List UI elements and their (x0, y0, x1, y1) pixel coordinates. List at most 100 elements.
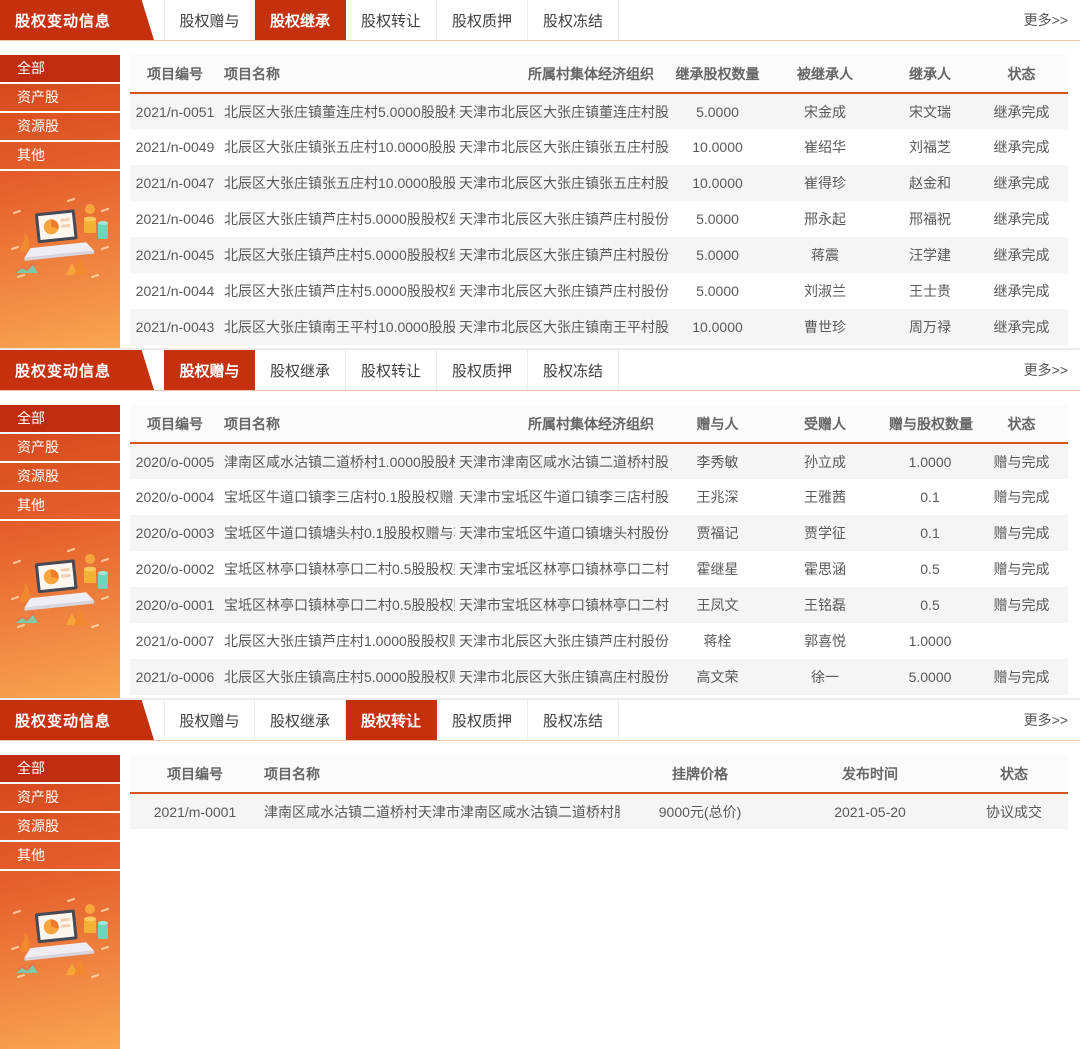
table-row[interactable]: 2021/n-0051北辰区大张庄镇董连庄村5.0000股股权继...天津市北辰… (130, 93, 1068, 129)
cell: 北辰区大张庄镇芦庄村5.0000股股权继承... (220, 273, 455, 309)
cell: 天津市北辰区大张庄镇张五庄村股... (455, 129, 670, 165)
cell: 2020/o-0005 (130, 443, 220, 479)
section-body: 全部资产股资源股其他 (0, 755, 1080, 1049)
tab-2[interactable]: 股权转让 (346, 0, 437, 40)
tab-4[interactable]: 股权冻结 (528, 0, 619, 40)
records-table: 项目编号项目名称所属村集体经济组织继承股权数量被继承人继承人状态 2021/n-… (130, 55, 1068, 345)
cell: 2021/n-0049 (130, 129, 220, 165)
cell: 赠与完成 (975, 443, 1068, 479)
cell: 0.5 (885, 551, 975, 587)
column-header-1: 项目名称 (260, 755, 620, 793)
table-row[interactable]: 2020/o-0002宝坻区林亭口镇林亭口二村0.5股股权赠与...天津市宝坻区… (130, 551, 1068, 587)
tab-active-2[interactable]: 股权转让 (346, 700, 437, 740)
cell: 贾学征 (765, 515, 885, 551)
cell: 天津市津南区咸水沽镇二道桥村股... (455, 443, 670, 479)
cell: 天津市北辰区大张庄镇芦庄村股份... (455, 201, 670, 237)
records-table-wrap: 项目编号项目名称挂牌价格发布时间状态 2021/m-0001津南区咸水沽镇二道桥… (120, 755, 1080, 1049)
column-header-4: 状态 (960, 755, 1068, 793)
table-row[interactable]: 2021/n-0044北辰区大张庄镇芦庄村5.0000股股权继承...天津市北辰… (130, 273, 1068, 309)
cell: 继承完成 (975, 273, 1068, 309)
cell: 5.0000 (670, 93, 765, 129)
tab-0[interactable]: 股权赠与 (164, 700, 255, 740)
cell: 北辰区大张庄镇张五庄村10.0000股股权继... (220, 165, 455, 201)
cell: 继承完成 (975, 237, 1068, 273)
header-body-gap (0, 41, 1080, 55)
bar-chart-icon (16, 959, 86, 975)
cell: 2021/o-0007 (130, 623, 220, 659)
column-header-4: 受赠人 (765, 405, 885, 443)
sidebar-item-0[interactable]: 全部 (0, 405, 120, 434)
equity-change-page: 股权变动信息 股权赠与股权继承股权转让股权质押股权冻结 更多>> 全部资产股资源… (0, 0, 1080, 1049)
tab-4[interactable]: 股权冻结 (528, 350, 619, 390)
cell: 赠与完成 (975, 515, 1068, 551)
sidebar-item-3[interactable]: 其他 (0, 842, 120, 871)
table-row[interactable]: 2021/o-0007北辰区大张庄镇芦庄村1.0000股股权赠与...天津市北辰… (130, 623, 1068, 659)
sidebar-item-2[interactable]: 资源股 (0, 813, 120, 842)
table-row[interactable]: 2021/n-0045北辰区大张庄镇芦庄村5.0000股股权继承...天津市北辰… (130, 237, 1068, 273)
section-title-banner: 股权变动信息 (0, 0, 154, 40)
cell: 宝坻区牛道口镇李三店村0.1股股权赠与项目 (220, 479, 455, 515)
cell: 邢福祝 (885, 201, 975, 237)
sidebar-item-1[interactable]: 资产股 (0, 784, 120, 813)
cell: 王雅茜 (765, 479, 885, 515)
sidebar-item-1[interactable]: 资产股 (0, 434, 120, 463)
tab-2[interactable]: 股权转让 (346, 350, 437, 390)
table-row[interactable]: 2021/o-0006北辰区大张庄镇高庄村5.0000股股权赠与...天津市北辰… (130, 659, 1068, 695)
column-header-3: 继承股权数量 (670, 55, 765, 93)
table-row[interactable]: 2020/o-0005津南区咸水沽镇二道桥村1.0000股股权赠...天津市津南… (130, 443, 1068, 479)
sidebar-item-3[interactable]: 其他 (0, 142, 120, 171)
tab-active-1[interactable]: 股权继承 (255, 0, 346, 40)
laptop-icon (20, 558, 94, 611)
sidebar-item-0[interactable]: 全部 (0, 55, 120, 84)
column-header-0: 项目编号 (130, 755, 260, 793)
cell: 刘福芝 (885, 129, 975, 165)
cell: 继承完成 (975, 201, 1068, 237)
tab-3[interactable]: 股权质押 (437, 700, 528, 740)
more-link[interactable]: 更多>> (1024, 350, 1068, 390)
tab-1[interactable]: 股权继承 (255, 700, 346, 740)
cell: 周万禄 (885, 309, 975, 345)
sidebar-item-2[interactable]: 资源股 (0, 113, 120, 142)
cell: 蒋震 (765, 237, 885, 273)
sidebar-item-1[interactable]: 资产股 (0, 84, 120, 113)
cell: 天津市北辰区大张庄镇芦庄村股份... (455, 237, 670, 273)
section-header-strip: 股权变动信息 股权赠与股权继承股权转让股权质押股权冻结 更多>> (0, 350, 1080, 391)
laptop-illustration (8, 897, 112, 990)
tab-1[interactable]: 股权继承 (255, 350, 346, 390)
cell: 王士贵 (885, 273, 975, 309)
table-row[interactable]: 2021/m-0001津南区咸水沽镇二道桥村天津市津南区咸水沽镇二道桥村股份经.… (130, 793, 1068, 829)
table-row[interactable]: 2021/n-0049北辰区大张庄镇张五庄村10.0000股股权继...天津市北… (130, 129, 1068, 165)
cell: 王铭磊 (765, 587, 885, 623)
equity-change-section: 股权变动信息 股权赠与股权继承股权转让股权质押股权冻结 更多>> 全部资产股资源… (0, 348, 1080, 698)
table-row[interactable]: 2021/n-0046北辰区大张庄镇芦庄村5.0000股股权继承...天津市北辰… (130, 201, 1068, 237)
tab-0[interactable]: 股权赠与 (164, 0, 255, 40)
cell: 汪学建 (885, 237, 975, 273)
sidebar-item-2[interactable]: 资源股 (0, 463, 120, 492)
cell: 崔得珍 (765, 165, 885, 201)
sidebar-item-3[interactable]: 其他 (0, 492, 120, 521)
records-table-wrap: 项目编号项目名称所属村集体经济组织继承股权数量被继承人继承人状态 2021/n-… (120, 55, 1080, 348)
flame-icon (20, 583, 29, 602)
table-row[interactable]: 2021/n-0047北辰区大张庄镇张五庄村10.0000股股权继...天津市北… (130, 165, 1068, 201)
table-row[interactable]: 2020/o-0003宝坻区牛道口镇塘头村0.1股股权赠与项目天津市宝坻区牛道口… (130, 515, 1068, 551)
cell: 5.0000 (670, 273, 765, 309)
tab-3[interactable]: 股权质押 (437, 0, 528, 40)
laptop-icon (20, 208, 94, 261)
flame-icon (20, 933, 29, 952)
table-row[interactable]: 2020/o-0001宝坻区林亭口镇林亭口二村0.5股股权赠与...天津市宝坻区… (130, 587, 1068, 623)
cell: 赠与完成 (975, 659, 1068, 695)
table-row[interactable]: 2021/n-0043北辰区大张庄镇南王平村10.0000股股权继...天津市北… (130, 309, 1068, 345)
more-link[interactable]: 更多>> (1024, 0, 1068, 40)
table-row[interactable]: 2020/o-0004宝坻区牛道口镇李三店村0.1股股权赠与项目天津市宝坻区牛道… (130, 479, 1068, 515)
tab-4[interactable]: 股权冻结 (528, 700, 619, 740)
cell: 津南区咸水沽镇二道桥村1.0000股股权赠... (220, 443, 455, 479)
tab-3[interactable]: 股权质押 (437, 350, 528, 390)
cell: 2020/o-0004 (130, 479, 220, 515)
sidebar-item-0[interactable]: 全部 (0, 755, 120, 784)
cell: 徐一 (765, 659, 885, 695)
tab-active-0[interactable]: 股权赠与 (164, 350, 255, 390)
cell (975, 623, 1068, 659)
section-header-strip: 股权变动信息 股权赠与股权继承股权转让股权质押股权冻结 更多>> (0, 700, 1080, 741)
cell: 天津市北辰区大张庄镇董连庄村股... (455, 93, 670, 129)
more-link[interactable]: 更多>> (1024, 700, 1068, 740)
